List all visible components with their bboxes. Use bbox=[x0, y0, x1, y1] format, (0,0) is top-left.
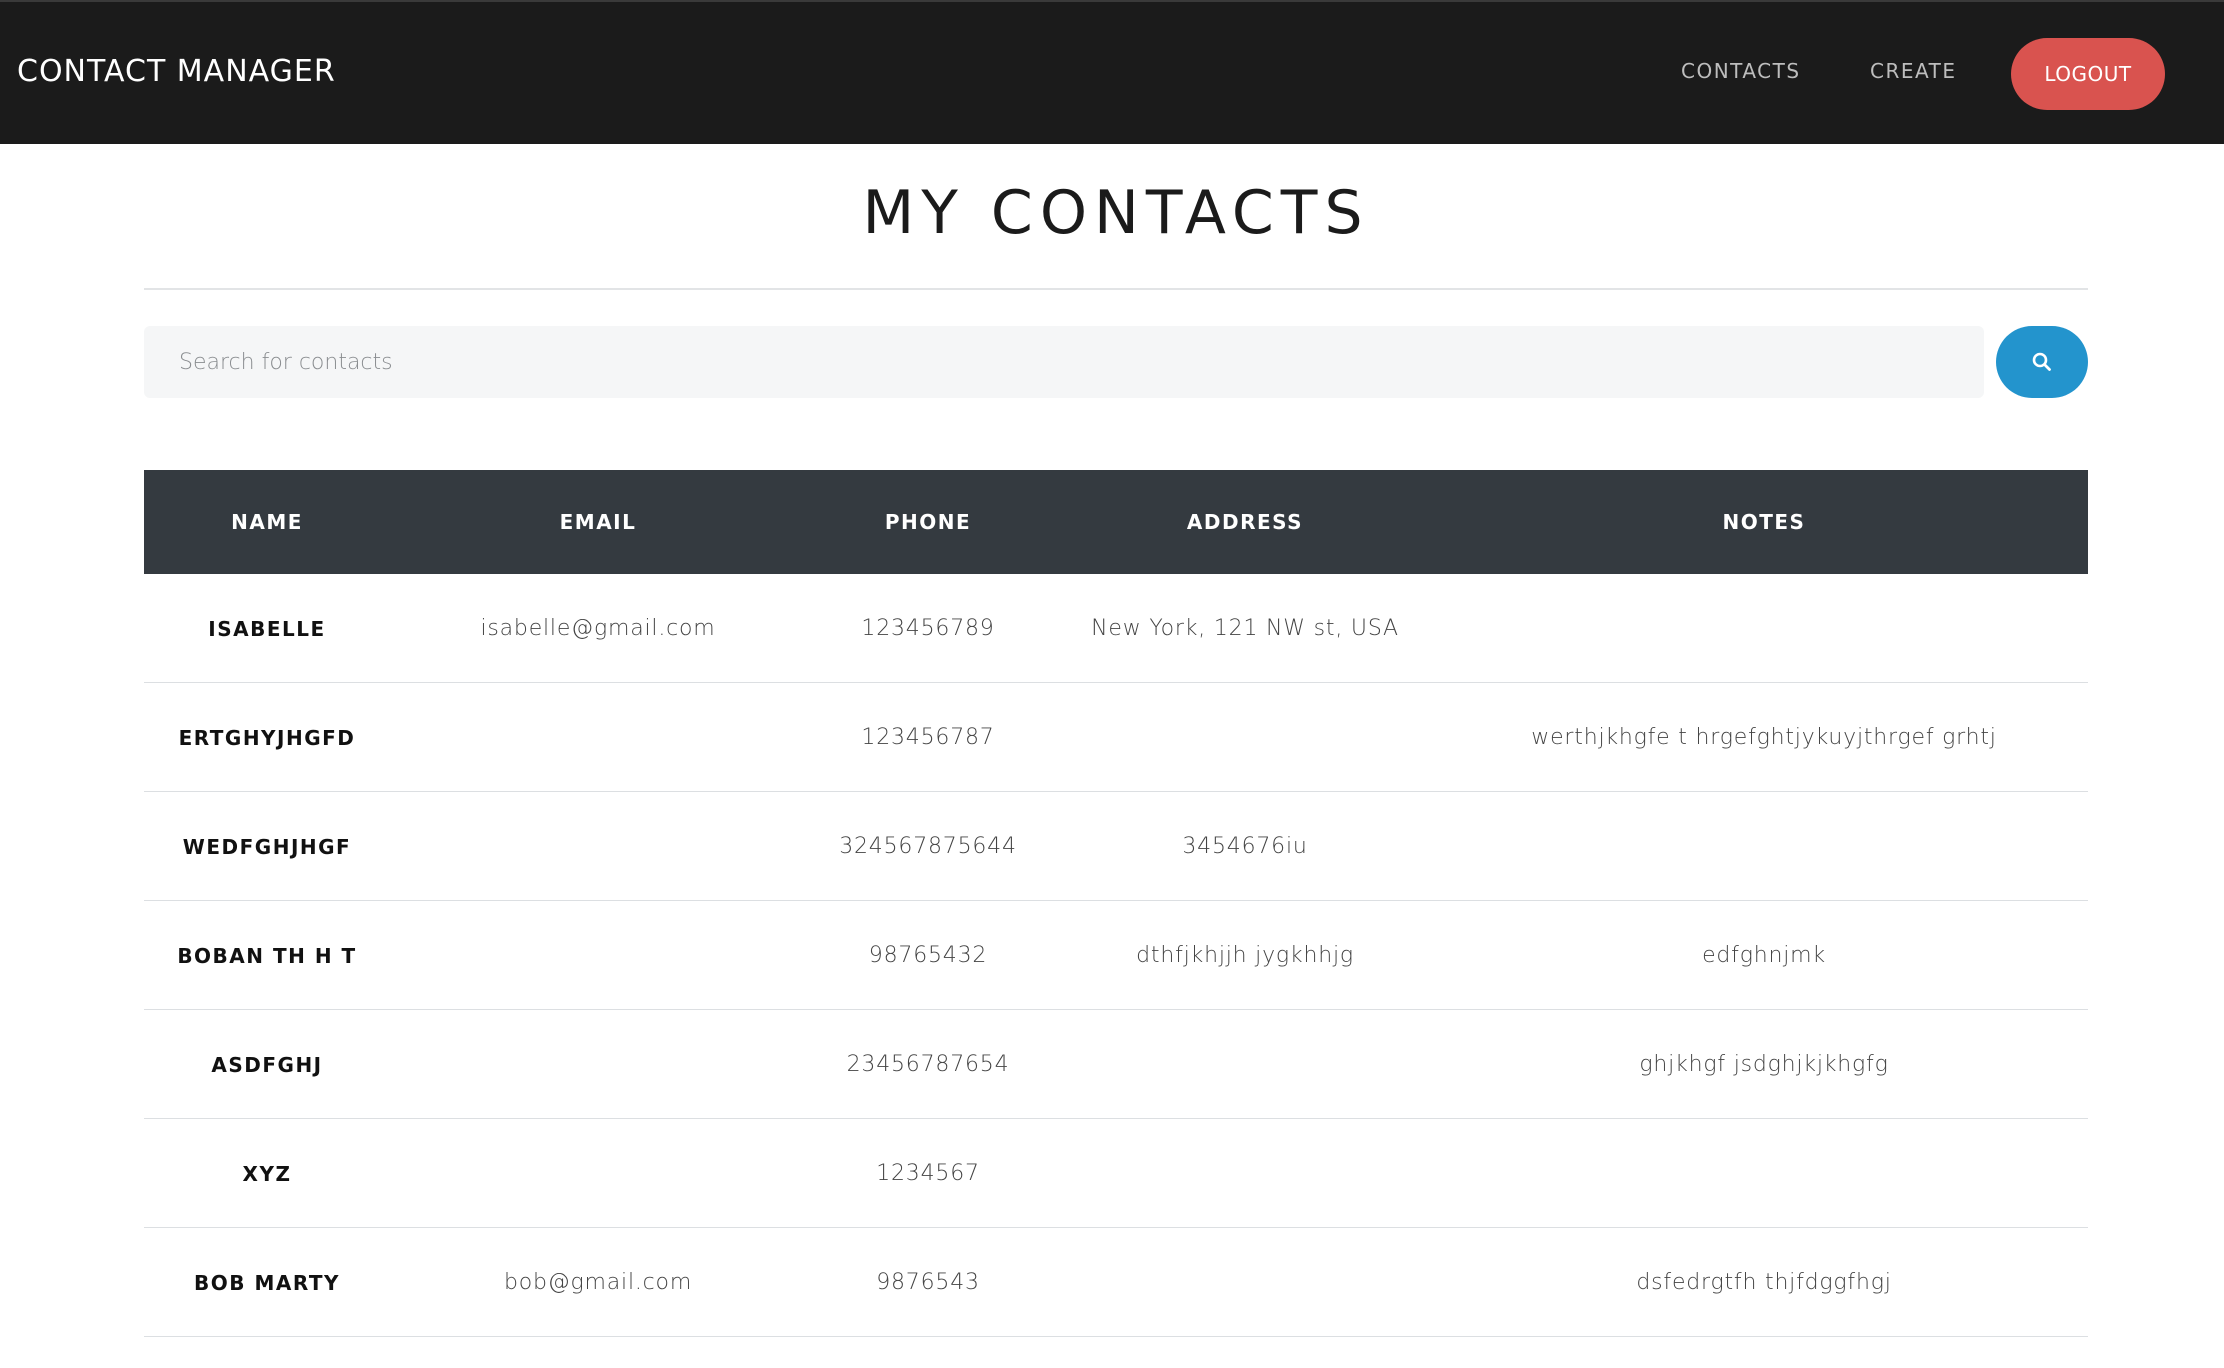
cell-address bbox=[1050, 1119, 1440, 1228]
cell-name: ISABELLE bbox=[208, 616, 326, 641]
contacts-table-body: ISABELLE isabelle@gmail.com 123456789 Ne… bbox=[144, 574, 2088, 1337]
cell-address: 3454676iu bbox=[1182, 834, 1308, 859]
column-header-email: EMAIL bbox=[559, 510, 637, 534]
cell-email bbox=[390, 901, 806, 1010]
table-row[interactable]: ASDFGHJ 23456787654 ghjkhgf jsdghjkjkhgf… bbox=[144, 1010, 2088, 1119]
nav-link-create[interactable]: CREATE bbox=[1870, 59, 1956, 83]
cell-phone: 98765432 bbox=[868, 943, 988, 968]
cell-notes bbox=[1440, 1119, 2088, 1228]
cell-name: BOBAN TH H T bbox=[177, 943, 357, 968]
cell-name: ERTGHYJHGFD bbox=[178, 725, 356, 750]
table-row[interactable]: ISABELLE isabelle@gmail.com 123456789 Ne… bbox=[144, 574, 2088, 683]
cell-email: bob@gmail.com bbox=[503, 1270, 693, 1295]
search-button[interactable] bbox=[1996, 326, 2088, 398]
search-input[interactable] bbox=[144, 326, 1984, 398]
cell-email bbox=[390, 792, 806, 901]
table-row[interactable]: BOBAN TH H T 98765432 dthfjkhjjh jygkhhj… bbox=[144, 901, 2088, 1010]
table-row[interactable]: XYZ 1234567 bbox=[144, 1119, 2088, 1228]
top-navbar: CONTACT MANAGER CONTACTS CREATE LOGOUT bbox=[0, 0, 2224, 144]
column-header-address: ADDRESS bbox=[1186, 510, 1304, 534]
cell-name: XYZ bbox=[242, 1161, 292, 1186]
cell-address bbox=[1050, 1010, 1440, 1119]
cell-email bbox=[390, 1119, 806, 1228]
cell-phone: 9876543 bbox=[876, 1270, 980, 1295]
table-row[interactable]: WEDFGHJHGF 324567875644 3454676iu bbox=[144, 792, 2088, 901]
cell-notes bbox=[1440, 574, 2088, 683]
cell-name: BOB MARTY bbox=[194, 1270, 340, 1295]
table-header: NAME EMAIL PHONE ADDRESS NOTES bbox=[144, 470, 2088, 574]
cell-phone: 123456787 bbox=[861, 725, 995, 750]
cell-phone: 23456787654 bbox=[846, 1052, 1010, 1077]
cell-notes: werthjkhgfe t hrgefghtjykuyjthrgef grhtj bbox=[1531, 725, 1997, 750]
cell-email bbox=[390, 683, 806, 792]
column-header-phone: PHONE bbox=[884, 510, 972, 534]
cell-phone: 1234567 bbox=[876, 1161, 980, 1186]
page-title: MY CONTACTS bbox=[862, 178, 1370, 248]
cell-notes: dsfedrgtfh thjfdggfhgj bbox=[1636, 1270, 1892, 1295]
column-header-notes: NOTES bbox=[1722, 510, 1806, 534]
cell-email: isabelle@gmail.com bbox=[480, 616, 716, 641]
cell-phone: 324567875644 bbox=[839, 834, 1017, 859]
brand-title[interactable]: CONTACT MANAGER bbox=[17, 54, 336, 89]
cell-notes bbox=[1440, 792, 2088, 901]
search-icon bbox=[2032, 352, 2051, 371]
cell-address bbox=[1050, 1228, 1440, 1337]
cell-email bbox=[390, 1010, 806, 1119]
cell-name: WEDFGHJHGF bbox=[182, 834, 352, 859]
table-row[interactable]: ERTGHYJHGFD 123456787 werthjkhgfe t hrge… bbox=[144, 683, 2088, 792]
column-header-name: NAME bbox=[231, 510, 303, 534]
nav-link-contacts[interactable]: CONTACTS bbox=[1681, 59, 1801, 83]
cell-phone: 123456789 bbox=[861, 616, 995, 641]
logout-button[interactable]: LOGOUT bbox=[2011, 38, 2165, 110]
cell-address: dthfjkhjjh jygkhhjg bbox=[1136, 943, 1354, 968]
cell-notes: edfghnjmk bbox=[1702, 943, 1826, 968]
cell-notes: ghjkhgf jsdghjkjkhgfg bbox=[1639, 1052, 1889, 1077]
cell-name: ASDFGHJ bbox=[211, 1052, 323, 1077]
cell-address bbox=[1050, 683, 1440, 792]
title-divider bbox=[144, 288, 2088, 290]
cell-address: New York, 121 NW st, USA bbox=[1091, 616, 1399, 641]
table-row[interactable]: BOB MARTY bob@gmail.com 9876543 dsfedrgt… bbox=[144, 1228, 2088, 1337]
